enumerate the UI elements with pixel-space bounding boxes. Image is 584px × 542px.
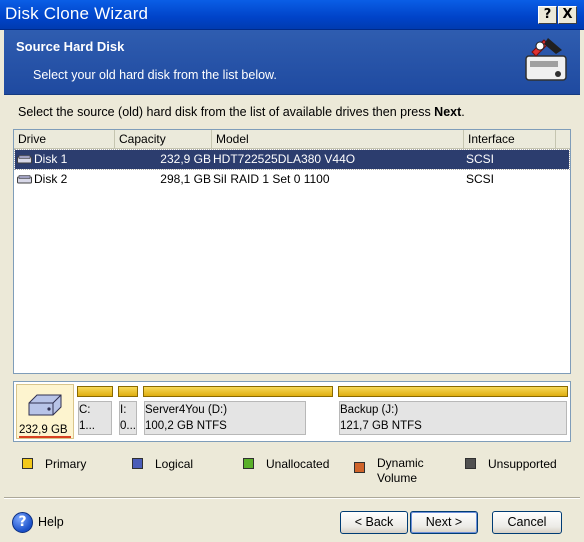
column-capacity[interactable]: Capacity [115,130,212,149]
partition-name: C: [79,404,91,416]
selected-disk-tile[interactable]: 232,9 GB [16,384,74,439]
partition-bar-primary [338,386,568,397]
partition-info: 0... [120,420,136,432]
instruction-next-word: Next [434,105,462,119]
drive-capacity: 232,9 GB [160,152,211,166]
legend-dynamic-volume: Dynamic Volume [377,456,424,486]
drive-interface: SCSI [466,172,495,186]
partition-name: Backup (J:) [340,404,399,416]
disk-selected-underline [19,436,71,438]
title-bar: Disk Clone Wizard ? X [0,0,584,30]
legend-swatch-logical [132,458,143,469]
page-title: Source Hard Disk [16,39,125,54]
instruction-text: Select the source (old) hard disk from t… [18,105,465,119]
partition-bar-primary [143,386,333,397]
column-model[interactable]: Model [212,130,464,149]
drive-name: Disk 2 [34,172,68,186]
window-title: Disk Clone Wizard [5,4,149,23]
partition-d[interactable]: Server4You (D:) 100,2 GB NTFS [142,384,334,439]
table-row[interactable]: Disk 1 232,9 GB HDT722525DLA380 V44O SCS… [14,149,570,170]
partition-bar-primary [118,386,138,397]
disk-clone-icon [525,38,567,81]
disk-partition-map: 232,9 GB C: 1... I: 0... Server4You (D:)… [13,381,571,442]
instruction-main: Select the source (old) hard disk from t… [18,105,435,119]
instruction-end: . [461,105,465,119]
partition-c[interactable]: C: 1... [76,384,114,439]
back-button[interactable]: < Back [340,511,408,534]
legend-primary: Primary [45,457,87,471]
legend-swatch-dynamic [354,462,365,473]
hard-disk-large-icon [28,394,62,416]
wizard-header: Source Hard Disk Select your old hard di… [4,30,580,95]
column-drive[interactable]: Drive [14,130,115,149]
partition-j[interactable]: Backup (J:) 121,7 GB NTFS [337,384,569,439]
disk-size-label: 232,9 GB [19,424,68,436]
partition-name: Server4You (D:) [145,404,228,416]
legend-swatch-unallocated [243,458,254,469]
legend-swatch-unsupported [465,458,476,469]
legend-unallocated: Unallocated [266,457,330,471]
footer-separator [4,497,580,499]
legend-logical: Logical [155,457,194,471]
partition-i[interactable]: I: 0... [117,384,139,439]
drive-name: Disk 1 [34,152,68,166]
drive-model: SiI RAID 1 Set 0 1100 [213,172,330,186]
partition-info: 100,2 GB NTFS [145,420,227,432]
page-subtitle: Select your old hard disk from the list … [33,68,277,82]
close-button[interactable]: X [558,6,577,24]
table-row[interactable]: Disk 2 298,1 GB SiI RAID 1 Set 0 1100 SC… [15,170,569,189]
next-button[interactable]: Next > [410,511,478,534]
partition-name: I: [120,404,127,416]
drive-capacity: 298,1 GB [160,172,211,186]
help-icon[interactable]: ? [12,512,33,533]
legend-swatch-primary [22,458,33,469]
drive-model: HDT722525DLA380 V44O [213,152,356,166]
hard-disk-icon [17,175,32,184]
drive-list-header: Drive Capacity Model Interface [14,130,570,149]
help-link[interactable]: Help [38,515,64,529]
hard-disk-icon [17,155,32,164]
legend-dynamic-line2: Volume [377,471,418,485]
partition-info: 1... [79,420,95,432]
column-interface[interactable]: Interface [464,130,556,149]
drive-interface: SCSI [466,152,495,166]
partition-info: 121,7 GB NTFS [340,420,422,432]
cancel-button[interactable]: Cancel [492,511,562,534]
legend-dynamic-line1: Dynamic [377,456,424,470]
help-title-button[interactable]: ? [538,6,557,24]
legend-unsupported: Unsupported [488,457,557,471]
partition-bar-primary [77,386,113,397]
drive-list[interactable]: Drive Capacity Model Interface Disk 1 23… [13,129,571,374]
